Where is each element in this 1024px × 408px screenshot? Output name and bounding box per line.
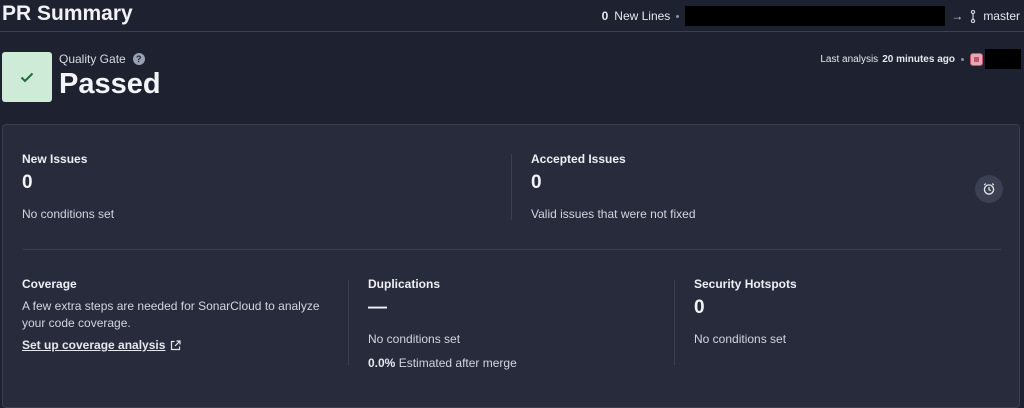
clock-icon [983, 183, 995, 195]
new-issues-card[interactable]: New Issues 0 No conditions set [22, 152, 492, 223]
metrics-panel: New Issues 0 No conditions set Accepted … [2, 124, 1020, 408]
security-hotspots-value[interactable]: 0 [694, 297, 994, 319]
target-branch-link[interactable]: master [983, 9, 1020, 23]
new-lines-count: 0 [601, 9, 609, 23]
quality-gate-label: Quality Gate [59, 52, 126, 66]
branch-info: 0 New Lines → master [602, 6, 1020, 26]
header-bar: PR Summary 0 New Lines → master [0, 0, 1024, 32]
duplications-merge-label: Estimated after merge [398, 356, 517, 370]
divider [511, 154, 512, 220]
duplications-desc: No conditions set [368, 332, 461, 346]
new-issues-desc: No conditions set [22, 207, 115, 221]
duplications-title: Duplications [368, 277, 441, 291]
last-analysis-row: Last analysis 20 minutes ago [820, 49, 1021, 69]
coverage-card: Coverage A few extra steps are needed fo… [22, 277, 322, 354]
new-issues-title: New Issues [22, 152, 88, 166]
divider [674, 280, 675, 365]
quality-gate-status: Passed [59, 68, 161, 100]
security-hotspots-card[interactable]: Security Hotspots 0 No conditions set [694, 277, 994, 348]
security-hotspots-title: Security Hotspots [694, 277, 797, 291]
setup-coverage-link[interactable]: Set up coverage analysis [22, 338, 182, 352]
divider [23, 249, 1001, 250]
page-title: PR Summary [2, 2, 133, 25]
last-analysis-label: Last analysis [820, 53, 879, 65]
source-branch-redacted[interactable] [685, 6, 946, 26]
help-icon[interactable]: ? [132, 53, 145, 65]
branch-icon [969, 9, 977, 23]
accepted-issues-card[interactable]: Accepted Issues 0 Valid issues that were… [531, 152, 951, 223]
duplications-card[interactable]: Duplications — No conditions set 0.0% Es… [368, 277, 668, 370]
last-analysis-time: 20 minutes ago [882, 53, 955, 65]
new-issues-value[interactable]: 0 [22, 172, 492, 194]
setup-coverage-link-label: Set up coverage analysis [22, 338, 166, 352]
divider [348, 280, 349, 365]
check-icon [20, 72, 34, 82]
accepted-issues-value[interactable]: 0 [531, 172, 951, 194]
arrow-right-icon: → [951, 9, 964, 23]
duplications-value: — [368, 297, 387, 318]
duplications-merge-row: 0.0% Estimated after merge [368, 356, 668, 370]
duplications-merge-value: 0.0% [368, 356, 396, 370]
coverage-desc: A few extra steps are needed for SonarCl… [22, 299, 320, 330]
new-lines-label: New Lines [614, 9, 671, 23]
external-link-icon [170, 339, 182, 351]
user-name-redacted [985, 49, 1021, 69]
accepted-issues-title: Accepted Issues [531, 152, 626, 166]
quality-gate-status-box [2, 52, 52, 102]
avatar[interactable] [970, 52, 983, 66]
security-hotspots-desc: No conditions set [694, 332, 787, 346]
accepted-issues-desc: Valid issues that were not fixed [531, 207, 696, 221]
separator-dot [676, 14, 680, 18]
accepted-issues-clock-button[interactable] [975, 175, 1003, 203]
coverage-title: Coverage [22, 277, 77, 291]
separator-dot [961, 57, 964, 61]
quality-gate-label-row: Quality Gate ? [59, 52, 145, 66]
